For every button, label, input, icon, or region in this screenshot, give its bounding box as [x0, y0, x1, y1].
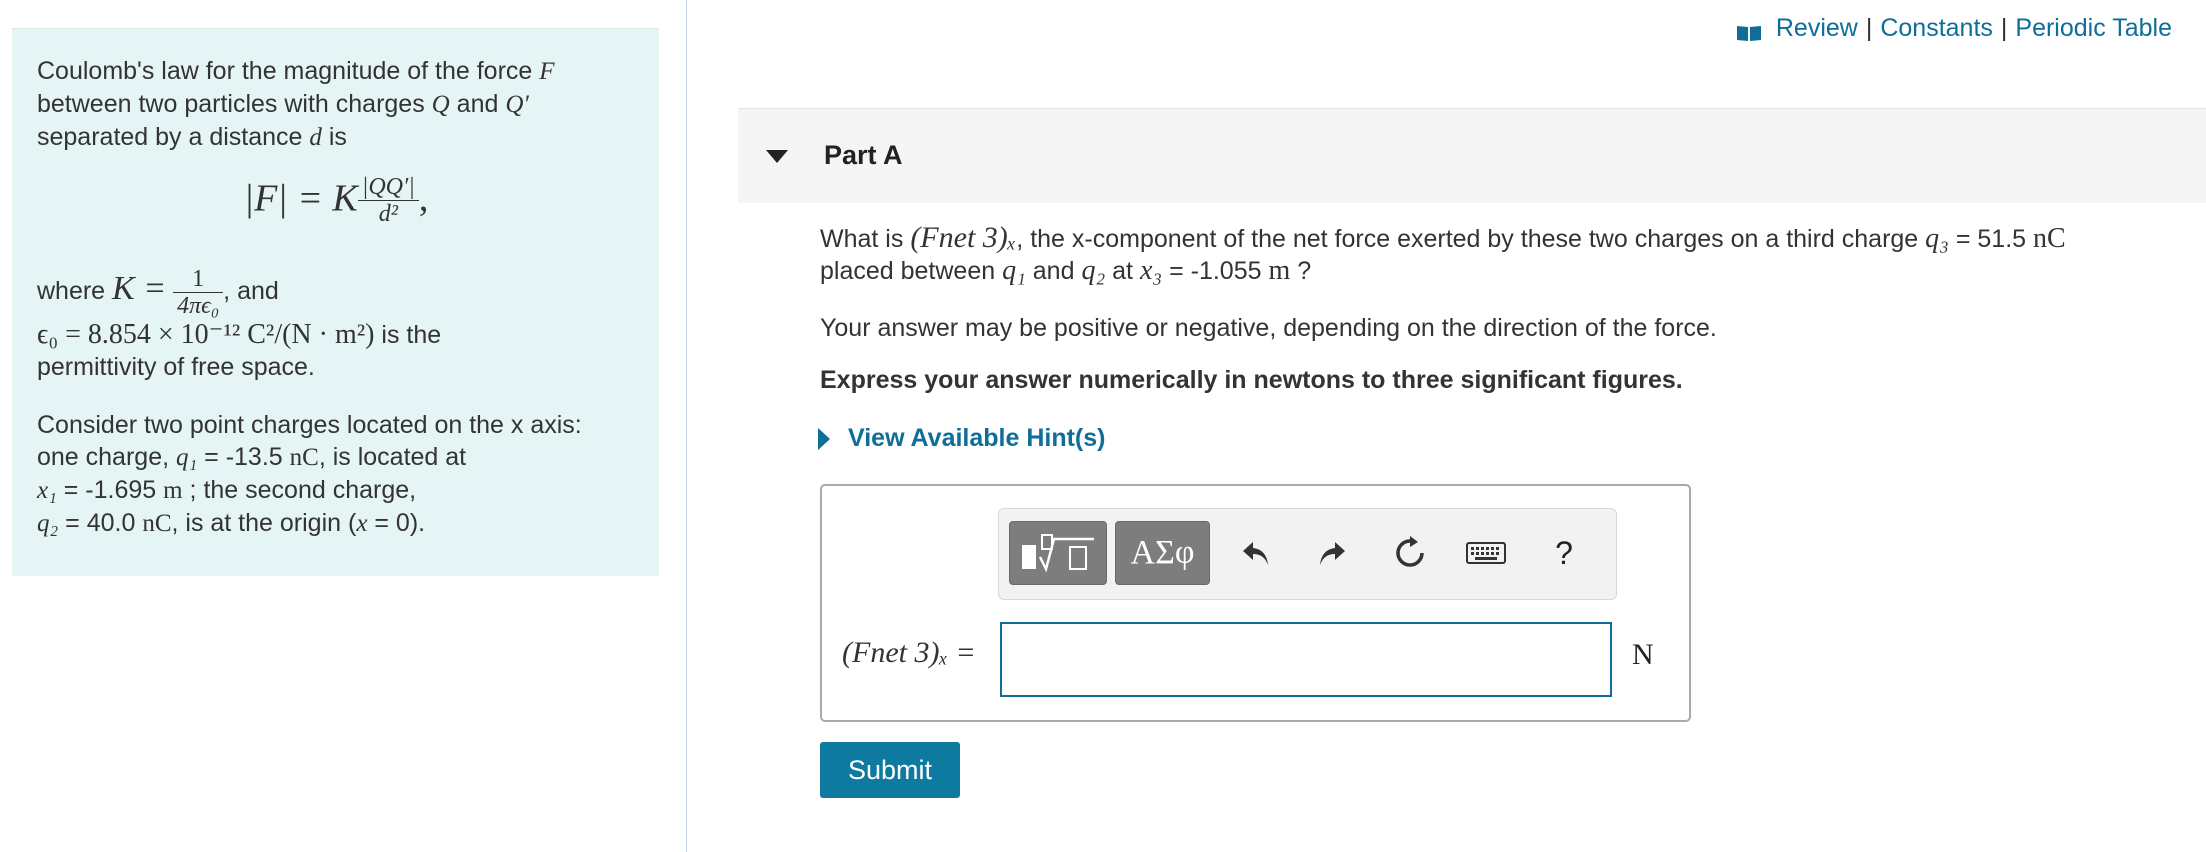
intro-paragraph-1: Coulomb's law for the magnitude of the f… [37, 57, 555, 151]
submit-button[interactable]: Submit [820, 742, 960, 798]
answer-input[interactable] [1000, 622, 1612, 697]
formula-fraction: |QQ′| d² [357, 174, 419, 227]
coulomb-formula: |F| = K |QQ′| d², [243, 174, 429, 227]
sign-note: Your answer may be positive or negative,… [820, 314, 1717, 342]
question-text: What is (Fnet 3)ₓ, the x-component of th… [820, 221, 2066, 287]
intro-panel: Coulomb's law for the magnitude of the f… [12, 28, 659, 576]
constants-link[interactable]: Constants [1880, 14, 1993, 43]
formula-lhs: |F| = K [243, 177, 358, 220]
keyboard-icon[interactable] [1461, 521, 1511, 585]
book-icon [1736, 20, 1762, 41]
answer-label: (Fnet 3)ₓ = [842, 636, 976, 669]
fnet3-symbol: (Fnet 3)ₓ [910, 221, 1017, 254]
hint-label: View Available Hint(s) [848, 424, 1106, 452]
collapse-caret-icon[interactable] [766, 150, 788, 163]
help-button[interactable]: ? [1539, 521, 1589, 585]
answer-box: ΑΣφ ? (Fnet 3)ₓ = N [820, 484, 1691, 722]
intro-paragraph-3: Consider two point charges located on th… [37, 411, 582, 537]
review-link[interactable]: Review [1776, 14, 1858, 43]
greek-symbols-button[interactable]: ΑΣφ [1115, 521, 1210, 585]
K-fraction: 1 4πϵ₀ [173, 266, 224, 319]
answer-instruction: Express your answer numerically in newto… [820, 366, 1683, 394]
redo-icon[interactable] [1307, 521, 1357, 585]
expand-caret-icon [818, 427, 830, 450]
part-title: Part A [824, 140, 903, 170]
undo-icon[interactable] [1231, 521, 1281, 585]
view-hints-link[interactable]: View Available Hint(s) [818, 424, 1105, 453]
templates-button[interactable] [1009, 521, 1107, 585]
intro-paragraph-2: where K = 1 4πϵ₀, and ϵ₀ = 8.854 × 10⁻¹² … [37, 266, 442, 381]
resource-links: Review | Constants | Periodic Table [1736, 14, 2172, 43]
answer-unit: N [1632, 638, 1654, 671]
link-separator: | [1865, 14, 1873, 42]
templates-icon [1022, 534, 1094, 573]
panel-divider [686, 0, 687, 852]
part-a-header[interactable]: Part A [738, 108, 2206, 203]
link-separator: | [2000, 14, 2008, 42]
periodic-table-link[interactable]: Periodic Table [2015, 14, 2172, 43]
reset-icon[interactable] [1385, 521, 1435, 585]
math-toolbar: ΑΣφ ? [998, 508, 1617, 600]
